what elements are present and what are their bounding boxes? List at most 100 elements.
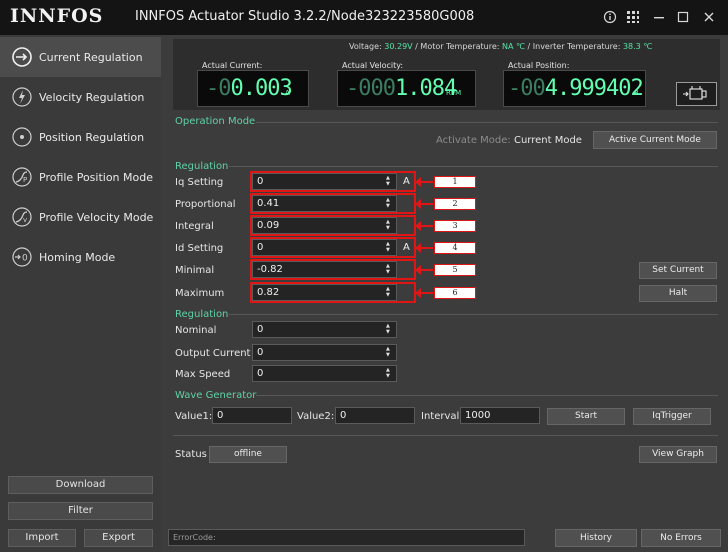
actual-velocity-label: Actual Velocity: — [342, 61, 404, 70]
id-setting-label: Id Setting — [175, 243, 224, 254]
spin-down-icon: ▼ — [386, 373, 390, 379]
sidebar-item-label: Profile Velocity Mode — [39, 210, 154, 224]
position-regulation-icon — [12, 127, 32, 147]
output-current-input[interactable]: 0 ▲ ▼ — [252, 344, 397, 361]
sidebar-item-label: Velocity Regulation — [39, 90, 145, 104]
divider — [229, 166, 718, 167]
minimal-label: Minimal — [175, 265, 215, 276]
voltage-value: 30.29V — [384, 42, 413, 51]
value2-input[interactable]: 0 — [335, 407, 415, 424]
actual-position-label: Actual Position: — [508, 61, 570, 70]
proportional-label: Proportional — [175, 199, 236, 210]
activate-mode-value: Current Mode — [513, 135, 582, 146]
annotation-label: 1 — [434, 176, 476, 188]
actual-velocity-value: -0001.084 — [346, 76, 457, 101]
inverter-temperature-value: 38.3 ℃ — [622, 42, 653, 51]
iqtrigger-button[interactable]: IqTrigger — [633, 408, 711, 425]
sidebar-item-profile-position[interactable]: P Profile Position Mode — [0, 157, 161, 197]
spin-down-icon: ▼ — [386, 352, 390, 358]
info-icon[interactable] — [601, 7, 619, 27]
filter-button[interactable]: Filter — [8, 502, 153, 520]
velocity-regulation-icon — [12, 87, 32, 107]
annotation-box — [250, 259, 416, 280]
title-bar: INNFOS INNFOS Actuator Studio 3.2.2/Node… — [0, 0, 728, 35]
output-current-label: Output Current — [175, 348, 251, 359]
nominal-input[interactable]: 0 ▲ ▼ — [252, 321, 397, 338]
svg-text:0: 0 — [22, 254, 28, 264]
svg-text:P: P — [23, 176, 27, 184]
actual-current-unit: A — [285, 89, 290, 97]
value1-label: Value1: — [175, 411, 213, 422]
maximum-label: Maximum — [175, 288, 225, 299]
sidebar-item-label: Current Regulation — [39, 50, 143, 64]
actual-position-unit: R — [634, 89, 639, 97]
actual-position-value: -004.999402 — [508, 76, 644, 101]
annotation-box — [250, 193, 416, 214]
maximize-icon[interactable] — [674, 7, 692, 27]
close-icon[interactable] — [700, 7, 718, 27]
annotation-box — [250, 282, 416, 303]
sidebar-item-homing-mode[interactable]: 0 Homing Mode — [0, 237, 161, 277]
divider — [256, 122, 718, 123]
sidebar-item-position-regulation[interactable]: Position Regulation — [0, 117, 161, 157]
annotation-box — [250, 171, 416, 192]
annotation-label: 6 — [434, 287, 476, 299]
current-regulation-icon — [12, 47, 32, 67]
import-button[interactable]: Import — [8, 529, 76, 547]
no-errors-button[interactable]: No Errors — [641, 529, 721, 547]
app-logo: INNFOS — [10, 5, 104, 27]
annotation-arrow — [415, 221, 433, 231]
operation-mode-title: Operation Mode — [175, 116, 256, 127]
sidebar-item-profile-velocity[interactable]: v Profile Velocity Mode — [0, 197, 161, 237]
profile-velocity-icon: v — [12, 207, 32, 227]
halt-button[interactable]: Halt — [639, 285, 717, 302]
active-current-mode-button[interactable]: Active Current Mode — [593, 131, 717, 149]
history-button[interactable]: History — [555, 529, 637, 547]
annotation-label: 3 — [434, 220, 476, 232]
status-label: Status — [175, 449, 207, 460]
window-title: INNFOS Actuator Studio 3.2.2/Node3232235… — [135, 9, 475, 24]
annotation-arrow — [415, 265, 433, 275]
value1-input[interactable]: 0 — [212, 407, 292, 424]
actual-velocity-unit: RPM — [446, 89, 462, 97]
profile-position-icon: P — [12, 167, 32, 187]
start-button[interactable]: Start — [547, 408, 625, 425]
status-value: offline — [209, 446, 287, 463]
motor-temperature-value: NA ℃ — [502, 42, 525, 51]
max-speed-input[interactable]: 0 ▲ ▼ — [252, 365, 397, 382]
sidebar-item-current-regulation[interactable]: Current Regulation — [0, 37, 161, 77]
interval-input[interactable]: 1000 — [460, 407, 540, 424]
annotation-box — [250, 215, 416, 236]
grid-icon[interactable] — [624, 7, 642, 27]
device-status-line: Voltage: 30.29V / Motor Temperature: NA … — [349, 42, 653, 51]
actuator-mode-button[interactable] — [676, 82, 717, 106]
annotation-label: 2 — [434, 198, 476, 210]
annotation-box — [250, 237, 416, 258]
activate-mode-label: Activate Mode: Current Mode — [436, 135, 582, 146]
svg-text:v: v — [23, 216, 27, 224]
interval-label: Interval: — [421, 411, 463, 422]
set-current-button[interactable]: Set Current — [639, 262, 717, 279]
annotation-label: 5 — [434, 264, 476, 276]
export-button[interactable]: Export — [84, 529, 153, 547]
sidebar-item-velocity-regulation[interactable]: Velocity Regulation — [0, 77, 161, 117]
nominal-label: Nominal — [175, 325, 217, 336]
annotation-arrow — [415, 177, 433, 187]
actuator-icon — [683, 86, 707, 100]
annotation-arrow — [415, 288, 433, 298]
annotation-arrow — [415, 199, 433, 209]
integral-label: Integral — [175, 221, 214, 232]
wave-generator-title: Wave Generator — [175, 390, 257, 401]
sidebar-item-label: Homing Mode — [39, 250, 116, 264]
regulation-limits-title: Regulation — [175, 309, 229, 320]
homing-mode-icon: 0 — [12, 247, 32, 267]
regulation-title: Regulation — [175, 161, 229, 172]
sidebar-item-label: Position Regulation — [39, 130, 145, 144]
divider — [173, 435, 718, 436]
view-graph-button[interactable]: View Graph — [639, 446, 717, 463]
download-button[interactable]: Download — [8, 476, 153, 494]
max-speed-label: Max Speed — [175, 369, 231, 380]
annotation-arrow — [415, 243, 433, 253]
error-code-field[interactable]: ErrorCode: — [168, 529, 525, 546]
minimize-icon[interactable] — [650, 7, 668, 27]
